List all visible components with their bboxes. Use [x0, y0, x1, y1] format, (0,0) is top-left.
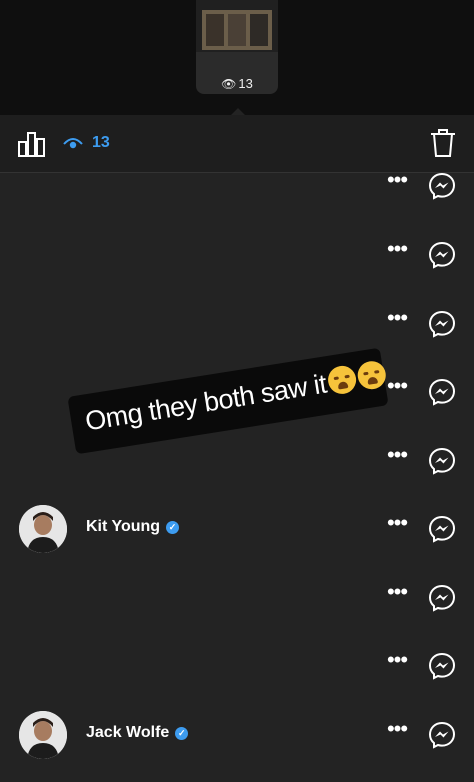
story-thumbnail-strip: 👁16 👁12 👁12 👁13 👁10 [0, 0, 474, 117]
messenger-icon[interactable] [428, 721, 456, 749]
more-options-icon[interactable]: ••• [386, 718, 408, 746]
viewer-row[interactable]: ••• [0, 222, 474, 290]
viewer-count: 13 [92, 134, 110, 151]
viewer-row[interactable]: ••• [0, 633, 474, 701]
crying-face-emoji [355, 359, 388, 392]
viewer-row[interactable]: ••• [0, 153, 474, 221]
more-options-icon[interactable]: ••• [386, 444, 408, 472]
messenger-icon[interactable] [428, 310, 456, 338]
more-options-icon[interactable]: ••• [386, 649, 408, 677]
messenger-icon[interactable] [428, 515, 456, 543]
messenger-icon[interactable] [428, 584, 456, 612]
messenger-icon[interactable] [428, 378, 456, 406]
messenger-icon[interactable] [428, 172, 456, 200]
crying-face-emoji [325, 363, 358, 396]
more-options-icon[interactable]: ••• [386, 512, 408, 540]
messenger-icon[interactable] [428, 652, 456, 680]
more-options-icon[interactable]: ••• [386, 581, 408, 609]
more-options-icon[interactable]: ••• [386, 307, 408, 335]
more-options-icon[interactable]: ••• [386, 375, 408, 403]
viewer-row[interactable]: ••• [0, 428, 474, 496]
messenger-icon[interactable] [428, 241, 456, 269]
story-thumbnail-4-selected[interactable]: 👁 13 [196, 0, 278, 94]
more-options-icon[interactable]: ••• [386, 169, 408, 197]
viewer-row[interactable]: Jack Wolfe ✓ ••• [0, 702, 474, 770]
viewer-name[interactable]: Jack Wolfe [86, 724, 169, 741]
viewer-row[interactable]: Kit Young ✓ ••• [0, 496, 474, 564]
more-options-icon[interactable]: ••• [386, 238, 408, 266]
viewer-row[interactable]: ••• [0, 565, 474, 633]
viewer-name[interactable]: Kit Young [86, 518, 160, 535]
avatar[interactable] [19, 505, 67, 553]
verified-badge-icon: ✓ [175, 727, 189, 740]
story-thumbnail-image [196, 0, 278, 52]
eye-icon [63, 138, 83, 149]
verified-badge-icon: ✓ [166, 521, 180, 534]
eye-icon: 👁 [221, 77, 237, 91]
story-view-count: 13 [238, 76, 253, 91]
avatar[interactable] [19, 711, 67, 759]
messenger-icon[interactable] [428, 447, 456, 475]
viewer-row[interactable]: ••• [0, 291, 474, 359]
